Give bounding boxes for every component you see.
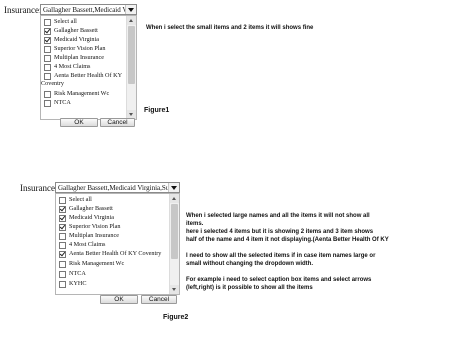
option-label: KYHC — [69, 280, 87, 287]
chevron-down-icon — [128, 8, 134, 12]
scroll-up-icon — [172, 197, 176, 200]
dropdown-list: Select all Gallagher Bassett Medicaid Virg… — [41, 16, 126, 119]
option-label: 4 Most Claims — [54, 63, 91, 70]
figure2-note: When i selected large names and all the … — [186, 212, 416, 292]
cancel-button[interactable]: Cancel — [100, 118, 135, 127]
figure1-note: When i select the small items and 2 item… — [146, 25, 314, 31]
insurance-select-value: Gallagher Bassett,Medicaid Virginia — [43, 6, 125, 14]
option-label: Medicaid Virginia — [69, 214, 114, 221]
insurance-select[interactable]: Gallagher Bassett,Medicaid Virginia,Supe… — [55, 182, 180, 193]
option-checkbox[interactable] — [59, 197, 66, 204]
note-line: items. — [186, 221, 204, 227]
insurance-dropdown-panel: Select all Gallagher Bassett Medicaid Virg… — [55, 193, 180, 295]
option-checkbox[interactable] — [59, 233, 66, 240]
option-label: Aenta Better Health Of KY Coventry — [69, 250, 162, 257]
figure1-caption: Figure1 — [144, 107, 170, 114]
note-line — [186, 268, 416, 276]
figure2-caption: Figure2 — [163, 314, 189, 321]
option-label: Select all — [54, 18, 77, 25]
insurance-select[interactable]: Gallagher Bassett,Medicaid Virginia — [40, 4, 137, 15]
dropdown-scrollbar[interactable] — [126, 16, 136, 119]
option-label: 4 Most Claims — [69, 241, 106, 248]
chevron-down-icon — [171, 186, 177, 190]
option-checkbox[interactable] — [44, 91, 51, 98]
note-line: small without changing the dropdown widt… — [186, 261, 313, 267]
option-label: Superior Vision Plan — [54, 45, 106, 52]
scroll-up-icon — [129, 19, 133, 22]
option-checkbox[interactable] — [59, 215, 66, 222]
scroll-thumb[interactable] — [128, 26, 135, 84]
insurance-select-value: Gallagher Bassett,Medicaid Virginia,Supe… — [58, 184, 168, 192]
scroll-thumb[interactable] — [171, 204, 178, 259]
option-label: Select all — [69, 196, 92, 203]
scroll-up-button[interactable] — [170, 194, 179, 203]
option-checkbox[interactable] — [59, 224, 66, 231]
scroll-down-icon — [129, 113, 133, 116]
option-label: Gallagher Bassett — [69, 205, 113, 212]
option-label: Medicaid Virginia — [54, 36, 99, 43]
insurance-label: Insurance: — [4, 5, 42, 15]
option-checkbox[interactable] — [59, 251, 66, 258]
note-line: For example i need to select caption box… — [186, 277, 372, 283]
option-label: Aenta Better Health Of KY — [54, 72, 123, 79]
option-label: NTCA — [54, 99, 71, 106]
cancel-button[interactable]: Cancel — [141, 295, 177, 304]
option-label: Gallagher Bassett — [54, 27, 98, 34]
ok-button[interactable]: OK — [100, 295, 138, 304]
option-checkbox[interactable] — [44, 55, 51, 62]
option-checkbox[interactable] — [44, 37, 51, 44]
option-label: Risk Management Wc — [54, 90, 110, 97]
option-checkbox[interactable] — [44, 64, 51, 71]
dropdown-toggle-button[interactable] — [168, 183, 179, 192]
option-label: NTCA — [69, 270, 86, 277]
ok-button[interactable]: OK — [60, 118, 98, 127]
scroll-down-icon — [172, 288, 176, 291]
option-checkbox[interactable] — [44, 28, 51, 35]
option-label: Multiplan Insurance — [69, 232, 120, 239]
scroll-up-button[interactable] — [127, 16, 136, 25]
note-line — [186, 244, 416, 252]
option-checkbox[interactable] — [44, 100, 51, 107]
option-checkbox[interactable] — [59, 271, 66, 278]
note-line: I need to show all the selected items if… — [186, 253, 376, 259]
option-checkbox[interactable] — [44, 19, 51, 26]
option-label-wrap: Coventry — [41, 80, 65, 87]
option-checkbox[interactable] — [59, 261, 66, 268]
option-checkbox[interactable] — [59, 281, 66, 288]
option-checkbox[interactable] — [44, 73, 51, 80]
note-line: (left,right) is it possible to show all … — [186, 285, 313, 291]
note-line: half of the name and 4 item it not displ… — [186, 237, 389, 243]
dropdown-scrollbar[interactable] — [169, 194, 179, 294]
option-checkbox[interactable] — [59, 206, 66, 213]
scroll-down-button[interactable] — [170, 285, 179, 294]
note-line: When i selected large names and all the … — [186, 213, 370, 219]
option-label: Multiplan Insurance — [54, 54, 105, 61]
option-label: Superior Vision Plan — [69, 223, 121, 230]
option-label: Risk Management Wc — [69, 260, 125, 267]
option-checkbox[interactable] — [59, 242, 66, 249]
insurance-dropdown-panel: Select all Gallagher Bassett Medicaid Virg… — [40, 15, 137, 120]
note-line: here i selected 4 items but it is showin… — [186, 229, 374, 235]
dropdown-list: Select all Gallagher Bassett Medicaid Virg… — [56, 194, 169, 294]
dropdown-toggle-button[interactable] — [125, 5, 136, 14]
insurance-label: Insurance: — [20, 183, 58, 193]
option-checkbox[interactable] — [44, 46, 51, 53]
